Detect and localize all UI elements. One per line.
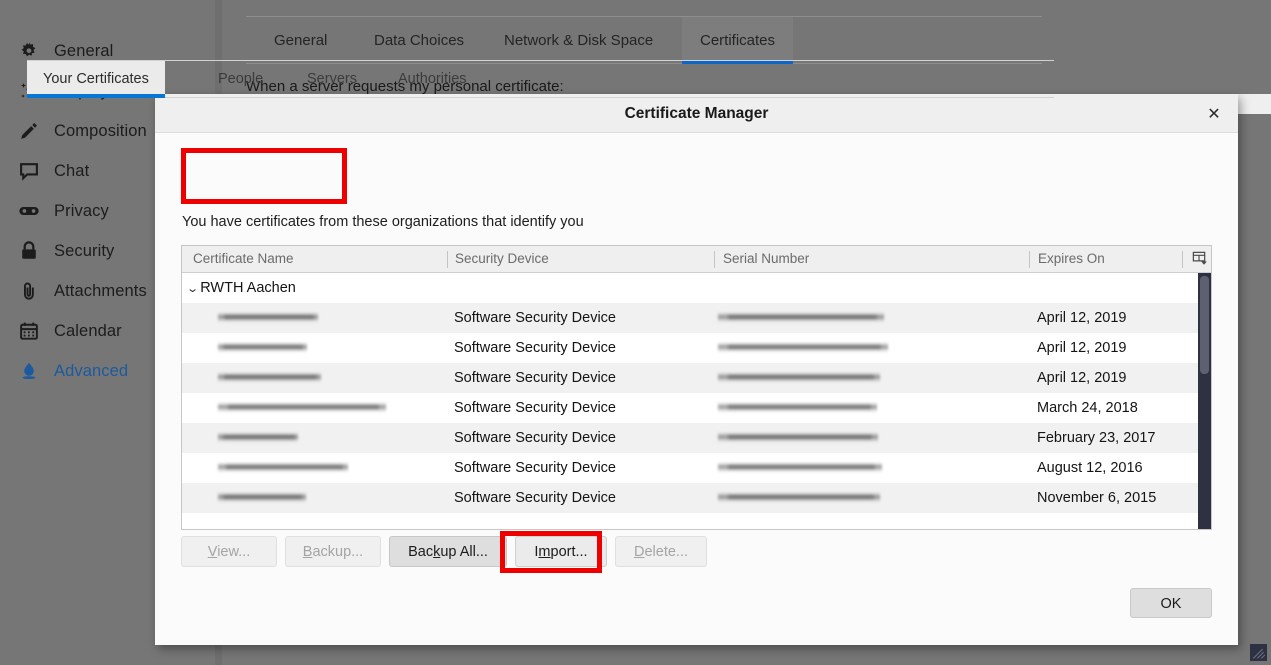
- ok-button[interactable]: OK: [1130, 588, 1212, 618]
- table-body: ⌄ RWTH Aachen Software Security Device A…: [182, 273, 1211, 529]
- table-header-row: Certificate Name Security Device Serial …: [182, 246, 1211, 273]
- redacted-serial-number: [718, 372, 880, 383]
- cell-expires-on: April 12, 2019: [1037, 310, 1127, 326]
- cell-security-device: Software Security Device: [454, 490, 616, 506]
- sidebar-item-label: Chat: [54, 161, 90, 180]
- table-row[interactable]: Software Security Device August 12, 2016: [182, 453, 1211, 483]
- backup-all-button-label: Bac: [408, 544, 434, 560]
- tab-authorities[interactable]: Authorities: [382, 61, 483, 98]
- screen: General Display Composition Chat Privacy…: [0, 0, 1271, 665]
- column-divider[interactable]: [447, 251, 448, 268]
- cell-security-device: Software Security Device: [454, 400, 616, 416]
- column-divider[interactable]: [1182, 251, 1183, 268]
- delete-button[interactable]: Delete...: [615, 536, 707, 567]
- redacted-serial-number: [718, 402, 877, 413]
- sidebar-item-label: Advanced: [54, 361, 129, 380]
- dialog-title: Certificate Manager: [624, 105, 769, 122]
- cell-expires-on: November 6, 2015: [1037, 490, 1157, 506]
- prefs-tabstrip: General Data Choices Network & Disk Spac…: [246, 16, 1042, 64]
- dialog-tabstrip: Your Certificates People Servers Authori…: [27, 60, 1054, 98]
- redacted-serial-number: [718, 432, 878, 443]
- backup-button-label: ackup...: [312, 544, 364, 560]
- table-row[interactable]: Software Security Device April 12, 2019: [182, 303, 1211, 333]
- certificates-table: Certificate Name Security Device Serial …: [181, 245, 1212, 530]
- redacted-certificate-name: [218, 462, 348, 473]
- column-header-certificate-name[interactable]: Certificate Name: [193, 246, 294, 272]
- tab-people[interactable]: People: [202, 61, 279, 98]
- close-icon[interactable]: ✕: [1202, 102, 1226, 126]
- delete-button-label: elete...: [644, 544, 688, 560]
- table-row[interactable]: Software Security Device November 6, 201…: [182, 483, 1211, 513]
- cell-security-device: Software Security Device: [454, 460, 616, 476]
- certificates-description: You have certificates from these organiz…: [182, 214, 584, 230]
- prefs-tab-general[interactable]: General: [256, 17, 345, 64]
- table-row-partial[interactable]: [182, 513, 1211, 529]
- redacted-serial-number: [718, 312, 884, 323]
- redacted-certificate-name: [218, 492, 306, 503]
- redacted-certificate-name: [218, 372, 321, 383]
- view-button-label: iew...: [217, 544, 251, 560]
- backup-all-button-label-2: up All...: [440, 544, 488, 560]
- column-divider[interactable]: [714, 251, 715, 268]
- sidebar-item-label: Composition: [54, 121, 147, 140]
- backup-button[interactable]: Backup...: [285, 536, 381, 567]
- gear-icon: [18, 40, 40, 62]
- sidebar-item-label: Privacy: [54, 201, 109, 220]
- cell-security-device: Software Security Device: [454, 370, 616, 386]
- prefs-tab-data-choices[interactable]: Data Choices: [356, 17, 482, 64]
- droplet-icon: [18, 360, 40, 382]
- dialog-titlebar: Certificate Manager ✕: [155, 94, 1238, 133]
- pencil-icon: [18, 120, 40, 142]
- cell-expires-on: April 12, 2019: [1037, 370, 1127, 386]
- sidebar-item-label: Security: [54, 241, 115, 260]
- cell-expires-on: April 12, 2019: [1037, 340, 1127, 356]
- prefs-tab-network-disk-space[interactable]: Network & Disk Space: [486, 17, 671, 64]
- table-row[interactable]: Software Security Device March 24, 2018: [182, 393, 1211, 423]
- cell-expires-on: February 23, 2017: [1037, 430, 1156, 446]
- view-button[interactable]: View...: [181, 536, 277, 567]
- redacted-serial-number: [718, 462, 882, 473]
- mask-icon: [18, 200, 40, 222]
- cell-security-device: Software Security Device: [454, 430, 616, 446]
- import-button-label-2: port...: [550, 544, 588, 560]
- tab-your-certificates[interactable]: Your Certificates: [27, 61, 165, 98]
- redacted-certificate-name: [218, 402, 386, 413]
- cell-expires-on: August 12, 2016: [1037, 460, 1143, 476]
- cell-security-device: Software Security Device: [454, 310, 616, 326]
- chat-bubble-icon: [18, 160, 40, 182]
- cell-expires-on: March 24, 2018: [1037, 400, 1138, 416]
- prefs-tab-certificates[interactable]: Certificates: [682, 17, 794, 64]
- group-label: RWTH Aachen: [200, 280, 296, 296]
- table-row[interactable]: Software Security Device April 12, 2019: [182, 333, 1211, 363]
- import-button[interactable]: Import...: [515, 536, 607, 567]
- table-vertical-scrollbar[interactable]: [1198, 273, 1211, 529]
- sidebar-item-label: Attachments: [54, 281, 147, 300]
- table-row[interactable]: Software Security Device April 12, 2019: [182, 363, 1211, 393]
- redacted-serial-number: [718, 342, 888, 353]
- resize-grip[interactable]: [1250, 644, 1267, 661]
- column-divider[interactable]: [1029, 251, 1030, 268]
- tab-servers[interactable]: Servers: [291, 61, 373, 98]
- sidebar-item-label: General: [54, 41, 114, 60]
- redacted-certificate-name: [218, 342, 307, 353]
- table-group-row-rwth-aachen[interactable]: ⌄ RWTH Aachen: [182, 273, 1211, 303]
- backup-all-button[interactable]: Backup All...: [389, 536, 507, 567]
- column-picker-icon[interactable]: [1191, 250, 1208, 268]
- chevron-down-icon[interactable]: ⌄: [186, 282, 199, 295]
- sidebar-item-label: Calendar: [54, 321, 122, 340]
- column-header-serial-number[interactable]: Serial Number: [723, 246, 809, 272]
- redacted-certificate-name: [218, 312, 318, 323]
- cell-security-device: Software Security Device: [454, 340, 616, 356]
- calendar-icon: [18, 320, 40, 342]
- lock-icon: [18, 240, 40, 262]
- redacted-certificate-name: [218, 432, 298, 443]
- redacted-serial-number: [718, 492, 880, 503]
- column-header-expires-on[interactable]: Expires On: [1038, 246, 1105, 272]
- paperclip-icon: [18, 280, 40, 302]
- column-header-security-device[interactable]: Security Device: [455, 246, 549, 272]
- table-row[interactable]: Software Security Device February 23, 20…: [182, 423, 1211, 453]
- scrollbar-thumb[interactable]: [1200, 276, 1209, 374]
